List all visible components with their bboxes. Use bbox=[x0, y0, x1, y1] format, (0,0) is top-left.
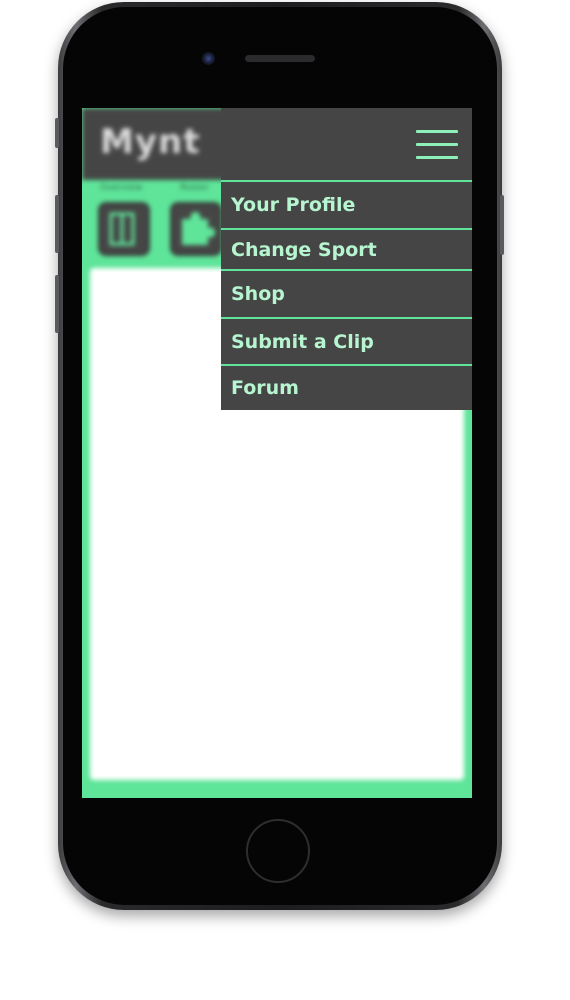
tab-label-roster: Roster bbox=[180, 183, 209, 193]
mute-switch bbox=[55, 118, 59, 148]
volume-up-button bbox=[55, 195, 59, 253]
front-camera-icon bbox=[202, 52, 215, 65]
menu-item-label: Forum bbox=[231, 377, 299, 399]
app-logo: Mynt bbox=[100, 122, 201, 162]
menu-item-forum[interactable]: Forum bbox=[221, 366, 472, 410]
tab-overview[interactable] bbox=[98, 202, 150, 256]
panel-icon bbox=[109, 212, 135, 246]
menu-item-your-profile[interactable]: Your Profile bbox=[221, 182, 472, 230]
menu-item-submit-a-clip[interactable]: Submit a Clip bbox=[221, 319, 472, 366]
menu-item-shop[interactable]: Shop bbox=[221, 271, 472, 319]
menu-item-label: Your Profile bbox=[231, 194, 356, 216]
menu-item-label: Shop bbox=[231, 283, 285, 305]
menu-item-label: Submit a Clip bbox=[231, 330, 374, 353]
menu-header bbox=[221, 108, 472, 180]
phone-screen: Mynt Overview Roster Your Profile Change… bbox=[82, 108, 472, 798]
volume-down-button bbox=[55, 275, 59, 333]
earpiece-speaker bbox=[245, 55, 315, 62]
hamburger-icon[interactable] bbox=[416, 130, 458, 160]
tab-roster[interactable] bbox=[170, 202, 222, 256]
power-button bbox=[500, 195, 504, 255]
puzzle-icon bbox=[182, 211, 216, 245]
home-button[interactable] bbox=[246, 819, 310, 883]
menu-item-change-sport[interactable]: Change Sport bbox=[221, 230, 472, 271]
menu-item-label: Change Sport bbox=[231, 238, 377, 261]
tab-label-overview: Overview bbox=[100, 183, 143, 193]
dropdown-menu: Your Profile Change Sport Shop Submit a … bbox=[221, 180, 472, 410]
